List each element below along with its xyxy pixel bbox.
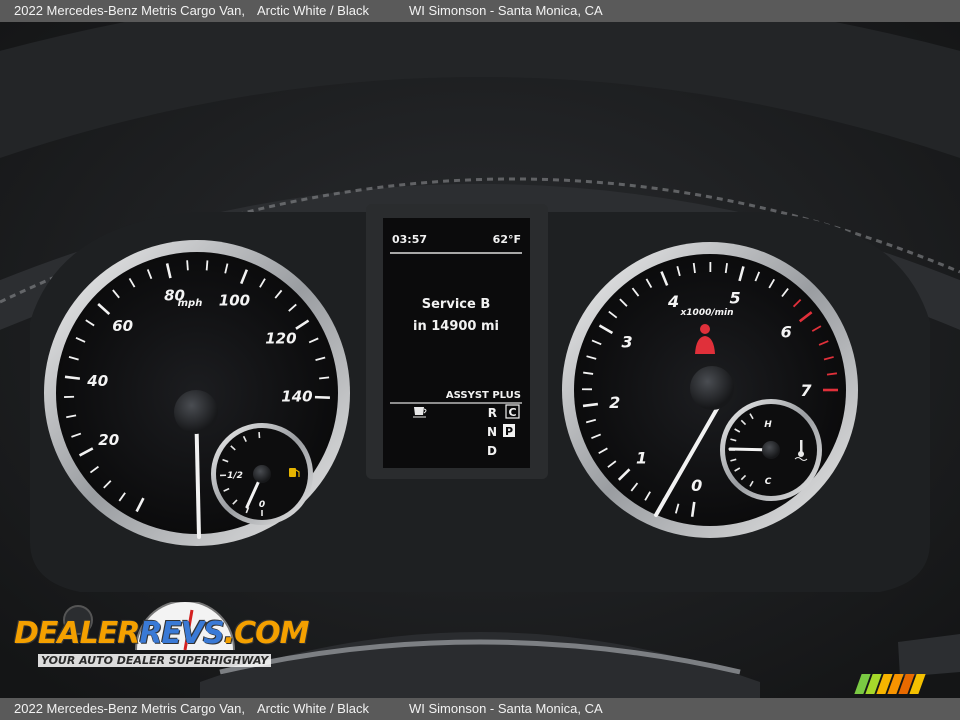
caption-color: Arctic White / Black [257,3,369,18]
fuel-needle-hub [253,465,271,483]
speed-tick [314,395,330,399]
tach-label: 3 [622,333,633,352]
fuel-half-label: 1/2 [227,471,243,481]
color-stripes-logo [854,674,926,694]
tach-label: 1 [636,448,647,467]
temp-hot-label: H [764,420,772,430]
display-time: 03:57 [392,233,427,246]
speed-tick [186,260,189,271]
dealerrevs-logo: DEALERREVS.COM [14,616,310,651]
tach-label: 2 [609,393,620,412]
tach-label: 5 [730,288,741,307]
caption-dealer-bottom: WI Simonson - Santa Monica, CA [409,701,603,716]
speed-tick [205,260,209,271]
caption-bar-top: 2022 Mercedes-Benz Metris Cargo Van, Arc… [0,0,960,22]
tachometer: x1000/min 0 1 2 3 4 5 6 7 H C [562,242,858,538]
gear-c: C [508,406,516,419]
gear-p: P [505,425,513,438]
service-line-1: Service B [422,297,490,312]
instrument-cluster-photo: mph 20 40 60 80 100 120 140 1/2 0 x1000/min [0,22,960,698]
speed-label: 140 [281,387,312,405]
gear-r: R [488,406,497,420]
tach-label: 6 [781,323,792,342]
temp-cold-label: C [765,477,772,487]
speed-label: 40 [86,372,108,390]
caption-vehicle-bottom: 2022 Mercedes-Benz Metris Cargo Van, [14,701,245,716]
coolant-needle-hub [762,441,780,459]
speed-label: 120 [265,330,296,348]
speedometer-needle-hub [174,390,218,434]
caption-vehicle: 2022 Mercedes-Benz Metris Cargo Van, [14,3,245,18]
tachometer-needle-hub [690,366,734,410]
gear-n: N [487,425,497,439]
center-display: 03:57 62°F Service B in 14900 mi ASSYST … [366,204,548,479]
tach-label: 7 [800,381,812,400]
dealerrevs-watermark: DEALERREVS.COM YOUR AUTO DEALER SUPERHIG… [12,602,310,680]
tach-tick [692,262,696,274]
cluster-illustration: mph 20406080 100120140 1/2 0 x1000/min 0… [0,22,960,698]
tachometer-unit: x1000/min [679,308,733,318]
caption-dealer: WI Simonson - Santa Monica, CA [409,3,603,18]
speed-label: 100 [219,291,250,309]
speed-tick [319,376,330,380]
tach-label: 4 [667,292,679,311]
display-temperature: 62°F [493,233,521,246]
speed-label: 60 [112,317,133,335]
speed-tick [64,375,81,380]
dealerrevs-tagline: YOUR AUTO DEALER SUPERHIGHWAY [38,654,272,667]
service-line-2: in 14900 mi [413,319,499,334]
assyst-plus-label: ASSYST PLUS [446,390,521,401]
speedometer: mph 20406080 100120140 1/2 0 [44,240,350,546]
tach-label: 0 [691,476,702,495]
gear-d: D [487,444,497,458]
caption-color-bottom: Arctic White / Black [257,701,369,716]
tach-tick [582,402,599,408]
speed-label: 80 [164,287,185,305]
caption-bar-bottom: 2022 Mercedes-Benz Metris Cargo Van, Arc… [0,698,960,720]
speed-label: 20 [98,431,119,449]
fuel-empty-label: 0 [259,500,265,510]
